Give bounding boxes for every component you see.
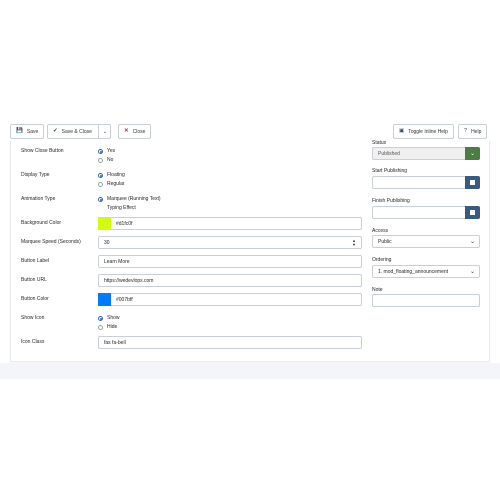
button-color-value: #007bff xyxy=(116,296,133,303)
button-url-value: https://wedevlops.com xyxy=(104,277,154,284)
radio-selected[interactable] xyxy=(98,148,103,154)
show-close-button-label: Show Close Button xyxy=(21,148,64,154)
footer-strip xyxy=(0,363,500,379)
radio-selected[interactable] xyxy=(98,196,103,202)
calendar-icon xyxy=(470,180,475,185)
option-label: Regular xyxy=(107,181,125,187)
option-label: Typing Effect xyxy=(107,205,136,211)
option-label: Floating xyxy=(107,172,125,178)
icon-class-value: fas fa-bell xyxy=(104,339,126,346)
radio-selected[interactable] xyxy=(98,315,103,321)
option-label: Hide xyxy=(107,324,118,330)
button-color-swatch[interactable] xyxy=(98,293,111,306)
radio-unselected[interactable] xyxy=(98,324,103,330)
show-close-yes-radio[interactable]: Yes xyxy=(98,147,115,155)
radio-selected[interactable] xyxy=(98,172,103,178)
button-color-label: Button Color xyxy=(21,296,49,302)
save-label: Save xyxy=(26,128,39,135)
option-label: Show xyxy=(107,315,120,321)
floppy-icon: 💾 xyxy=(16,127,23,134)
status-dropdown-button[interactable]: ⌄ xyxy=(465,147,480,160)
icon-class-label: Icon Class xyxy=(21,339,45,345)
button-url-label: Button URL xyxy=(21,277,47,283)
app-window: 💾 Save ✔ Save & Close ⌄ ✕ Close ▣ Toggle… xyxy=(0,0,500,500)
chevron-down-icon: ⌄ xyxy=(469,151,476,157)
close-button[interactable]: ✕ Close xyxy=(118,124,152,139)
access-select[interactable]: Public ⌄ xyxy=(372,235,480,248)
show-icon-show-radio[interactable]: Show xyxy=(98,314,120,322)
note-label: Note xyxy=(372,287,383,293)
show-icon-label: Show Icon xyxy=(21,315,45,321)
start-publishing-label: Start Publishing xyxy=(372,168,408,174)
question-icon: ? xyxy=(464,127,468,134)
background-color-label: Background Color xyxy=(21,220,62,226)
form-panel xyxy=(10,141,490,362)
animation-marquee-radio[interactable]: Marquee (Running Text) xyxy=(98,195,161,203)
save-button[interactable]: 💾 Save xyxy=(10,124,45,139)
help-label: Help xyxy=(471,128,482,135)
finish-calendar-button[interactable] xyxy=(465,206,480,219)
display-floating-radio[interactable]: Floating xyxy=(98,171,125,179)
help-toggle-icon: ▣ xyxy=(399,127,405,134)
marquee-speed-input[interactable]: 30 ▲ ▼ xyxy=(98,236,362,249)
save-close-label: Save & Close xyxy=(61,128,92,135)
finish-publishing-input[interactable] xyxy=(372,206,480,219)
animation-typing-radio[interactable]: Typing Effect xyxy=(98,204,136,212)
animation-type-label: Animation Type xyxy=(21,196,56,202)
button-url-input[interactable]: https://wedevlops.com xyxy=(98,274,362,287)
finish-publishing-label: Finish Publishing xyxy=(372,198,410,204)
option-label: No xyxy=(107,157,114,163)
close-icon: ✕ xyxy=(124,127,129,134)
ordering-label: Ordering xyxy=(372,257,392,263)
radio-unselected[interactable] xyxy=(98,181,103,187)
access-label: Access xyxy=(372,228,389,234)
show-icon-hide-radio[interactable]: Hide xyxy=(98,323,117,331)
display-regular-radio[interactable]: Regular xyxy=(98,180,125,188)
save-close-button[interactable]: ✔ Save & Close ⌄ xyxy=(47,124,112,139)
button-label-input[interactable]: Learn More xyxy=(98,255,362,268)
chevron-down-icon: ⌄ xyxy=(102,128,108,135)
option-label: Yes xyxy=(107,148,116,154)
check-icon: ✔ xyxy=(53,127,58,134)
number-spinner[interactable]: ▲ ▼ xyxy=(352,239,356,247)
status-label: Status xyxy=(372,140,387,146)
show-close-no-radio[interactable]: No xyxy=(98,156,113,164)
status-value: Published xyxy=(378,150,400,157)
spin-down-icon[interactable]: ▼ xyxy=(352,243,356,247)
close-label: Close xyxy=(132,128,146,135)
chevron-down-icon: ⌄ xyxy=(469,239,475,245)
toggle-inline-help-button[interactable]: ▣ Toggle Inline Help xyxy=(393,124,454,139)
toggle-help-label: Toggle Inline Help xyxy=(408,128,448,135)
marquee-speed-value: 30 xyxy=(104,239,110,246)
button-label-label: Button Label xyxy=(21,258,50,264)
help-button[interactable]: ? Help xyxy=(458,124,488,139)
chevron-down-icon: ⌄ xyxy=(469,269,475,275)
status-select[interactable]: Published ⌄ xyxy=(372,147,480,160)
note-input[interactable] xyxy=(372,294,480,307)
access-value: Public xyxy=(378,238,392,245)
background-color-value: #d1fc0f xyxy=(116,220,133,227)
save-options-dropdown[interactable]: ⌄ xyxy=(97,125,108,138)
ordering-select[interactable]: 1. mod_floating_announcement ⌄ xyxy=(372,265,480,278)
option-label: Marquee (Running Text) xyxy=(107,196,161,202)
toolbar: 💾 Save ✔ Save & Close ⌄ ✕ Close ▣ Toggle… xyxy=(10,121,490,141)
background-color-field[interactable]: #d1fc0f xyxy=(98,217,362,230)
display-type-label: Display Type xyxy=(21,172,50,178)
ordering-value: 1. mod_floating_announcement xyxy=(378,268,449,275)
start-calendar-button[interactable] xyxy=(465,176,480,189)
calendar-icon xyxy=(470,210,475,215)
icon-class-input[interactable]: fas fa-bell xyxy=(98,336,362,349)
button-color-field[interactable]: #007bff xyxy=(98,293,362,306)
background-color-swatch[interactable] xyxy=(98,217,111,230)
button-label-value: Learn More xyxy=(104,258,130,265)
start-publishing-input[interactable] xyxy=(372,176,480,189)
marquee-speed-label: Marquee Speed (Seconds) xyxy=(21,239,81,245)
radio-unselected[interactable] xyxy=(98,157,103,163)
